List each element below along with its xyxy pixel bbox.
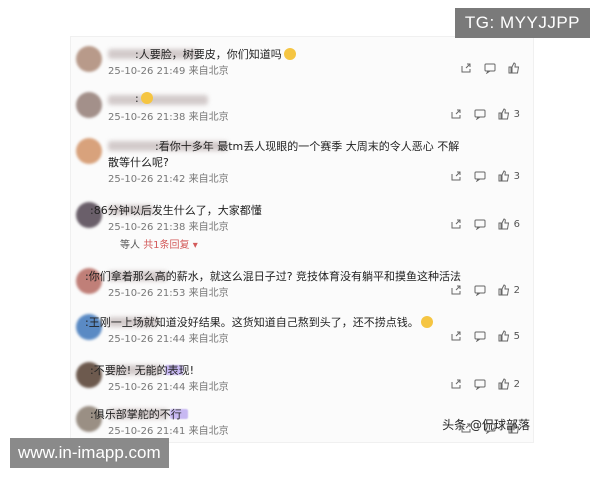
comment-meta: 25-10-26 21:38 来自北京 [108, 108, 229, 123]
source-label: 头条 @侃球部落 [442, 418, 530, 432]
comment-time: 25-10-26 21:38 [108, 222, 186, 233]
comment-actions: 5 [450, 329, 520, 343]
watermark: www.in-imapp.com [10, 438, 169, 468]
like-count: 6 [513, 218, 520, 230]
comment-meta: 25-10-26 21:49 来自北京 [108, 62, 229, 77]
share-icon[interactable] [450, 215, 462, 234]
comment-body: :人要脸，树要皮，你们知道吗 [135, 48, 282, 61]
share-icon[interactable] [450, 167, 462, 186]
share-icon[interactable] [460, 59, 472, 78]
like-icon[interactable] [498, 167, 510, 186]
comment-icon[interactable] [474, 281, 486, 300]
comment-time: 25-10-26 21:49 [108, 66, 186, 77]
comment-time: 25-10-26 21:42 [108, 174, 186, 185]
comment-location: 来自北京 [185, 382, 229, 393]
like-count: 2 [513, 378, 520, 390]
comment-location: 来自北京 [185, 66, 229, 77]
like-count: 3 [513, 170, 520, 182]
comment-meta: 25-10-26 21:42 来自北京 [108, 170, 229, 185]
comment-meta: 25-10-26 21:41 来自北京 [108, 422, 229, 437]
like-count: 5 [513, 330, 520, 342]
comment-meta: 25-10-26 21:53 来自北京 [108, 284, 229, 299]
username-redacted [108, 95, 208, 105]
comment-actions: 2 [450, 377, 520, 391]
comment-location: 来自北京 [185, 112, 229, 123]
comment-time: 25-10-26 21:44 [108, 334, 186, 345]
avatar[interactable] [76, 138, 102, 164]
like-icon[interactable] [498, 105, 510, 124]
like-icon[interactable] [498, 281, 510, 300]
comment-text: : [135, 92, 153, 105]
comment-location: 来自北京 [185, 426, 229, 437]
comment-body: :俱乐部掌舵的不行 [90, 408, 182, 421]
comment-body: : [135, 92, 139, 105]
comment-time: 25-10-26 21:41 [108, 426, 186, 437]
like-icon[interactable] [498, 375, 510, 394]
comment-icon[interactable] [474, 215, 486, 234]
like-count: 3 [513, 108, 520, 120]
reply-summary[interactable]: 等人 共1条回复 ▾ [120, 236, 198, 251]
comment-time: 25-10-26 21:38 [108, 112, 186, 123]
comment-location: 来自北京 [185, 222, 229, 233]
comment-text: :人要脸，树要皮，你们知道吗 [135, 46, 296, 62]
comment-text: :俱乐部掌舵的不行 [90, 406, 182, 422]
comment-text: :你们拿着那么高的薪水，就这么混日子过? 竞技体育没有躺平和摸鱼这种活法 [85, 268, 461, 284]
comment-location: 来自北京 [185, 174, 229, 185]
avatar[interactable] [76, 92, 102, 118]
tg-label: TG: MYYJJPP [454, 8, 590, 38]
comment-body: :王刚一上场就知道没好结果。这货知道自己熬到头了，还不捞点钱。 [85, 316, 419, 329]
comment-text: :不要脸! 无能的表现! [90, 362, 194, 378]
like-icon[interactable] [498, 215, 510, 234]
comment-actions: 3 [450, 169, 520, 183]
share-icon[interactable] [450, 105, 462, 124]
share-icon[interactable] [450, 375, 462, 394]
comment-actions [460, 61, 520, 75]
avatar[interactable] [76, 46, 102, 72]
comment-icon[interactable] [474, 327, 486, 346]
share-icon[interactable] [450, 327, 462, 346]
comment-text: :王刚一上场就知道没好结果。这货知道自己熬到头了，还不捞点钱。 [85, 314, 433, 330]
reply-count-link[interactable]: 共1条回复 ▾ [143, 240, 198, 251]
comment-body: :86分钟以后发生什么了，大家都懂 [90, 204, 262, 217]
emoji-icon [420, 316, 433, 328]
like-icon[interactable] [508, 59, 520, 78]
comment-body: :不要脸! 无能的表现! [90, 364, 195, 377]
comment-icon[interactable] [484, 59, 496, 78]
comment-actions: 6 [450, 217, 520, 231]
comment-body: :看你十多年 最tm丢人现眼的一个赛季 大周末的令人恶心 不解 [155, 140, 460, 153]
comment-time: 25-10-26 21:53 [108, 288, 186, 299]
reply-author: 等人 [120, 240, 144, 251]
emoji-icon [140, 92, 153, 104]
like-icon[interactable] [498, 327, 510, 346]
comment-text: :86分钟以后发生什么了，大家都懂 [90, 202, 262, 218]
comment-body: :你们拿着那么高的薪水，就这么混日子过? 竞技体育没有躺平和摸鱼这种活法 [85, 270, 462, 283]
share-icon[interactable] [450, 281, 462, 300]
comment-actions: 3 [450, 107, 520, 121]
comment-meta: 25-10-26 21:44 来自北京 [108, 330, 229, 345]
comment-meta: 25-10-26 21:44 来自北京 [108, 378, 229, 393]
comment-text-line2: 散等什么呢? [108, 156, 169, 169]
emoji-icon [283, 48, 296, 60]
like-count: 2 [513, 284, 520, 296]
comment-icon[interactable] [474, 375, 486, 394]
comment-location: 来自北京 [185, 288, 229, 299]
comment-actions: 2 [450, 283, 520, 297]
comment-location: 来自北京 [185, 334, 229, 345]
comment-icon[interactable] [474, 105, 486, 124]
comment-meta: 25-10-26 21:38 来自北京 [108, 218, 229, 233]
comment-time: 25-10-26 21:44 [108, 382, 186, 393]
comment-icon[interactable] [474, 167, 486, 186]
comment-text: :看你十多年 最tm丢人现眼的一个赛季 大周末的令人恶心 不解 [155, 138, 459, 154]
